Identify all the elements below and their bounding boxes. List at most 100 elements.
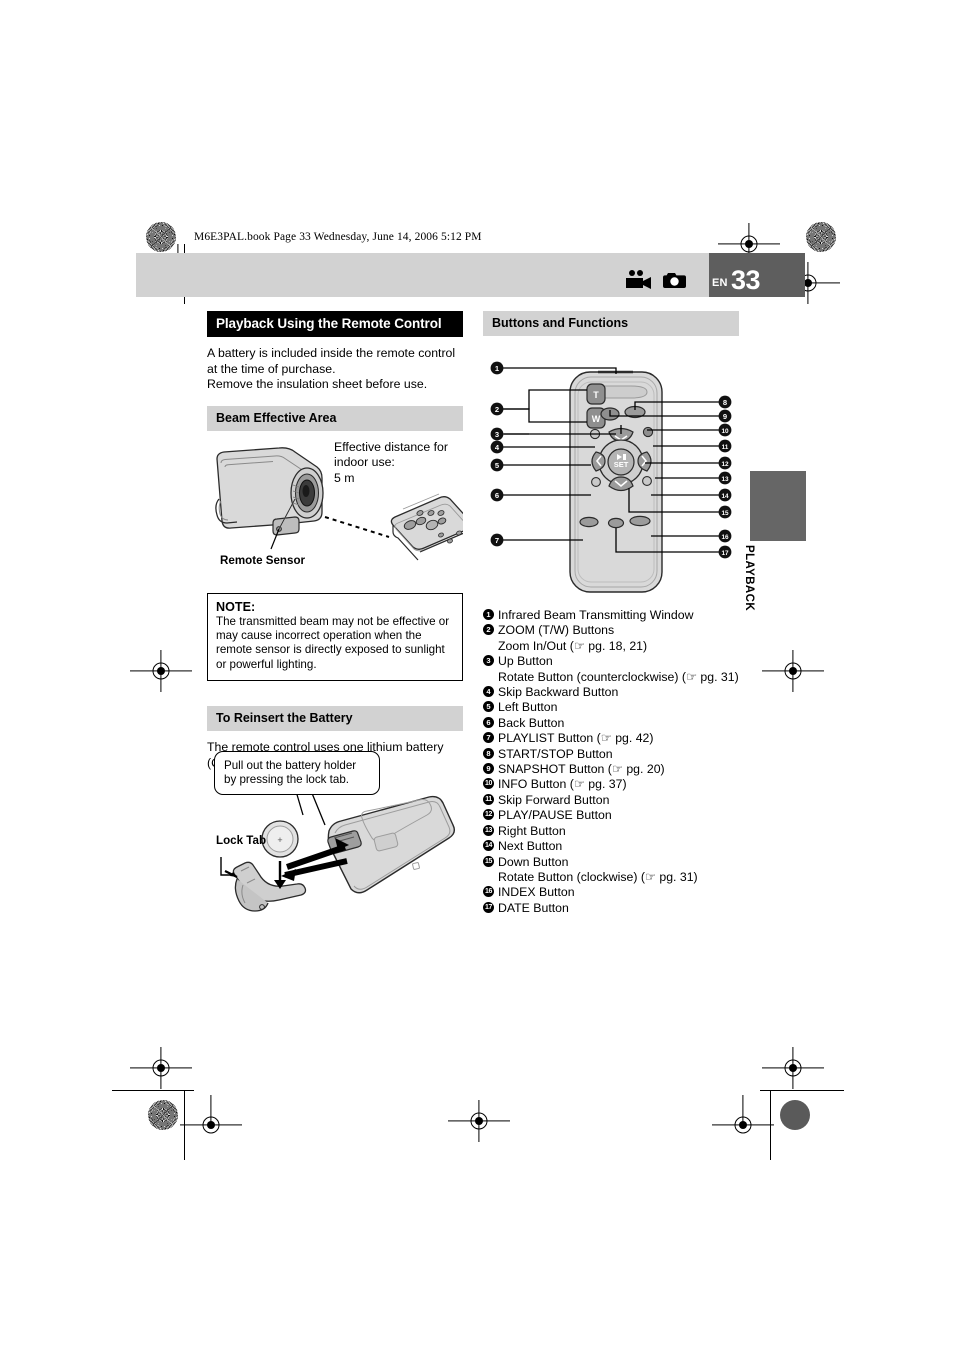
function-item: 1 Infrared Beam Transmitting Window xyxy=(483,608,739,623)
function-label: ZOOM (T/W) Buttons xyxy=(498,623,615,638)
density-dot-bottom-left xyxy=(148,1100,178,1130)
function-label: Up Button xyxy=(498,654,553,669)
function-item: 6 Back Button xyxy=(483,716,739,731)
callout-bullet-2: 2 xyxy=(490,402,504,416)
battery-callout: Pull out the battery holder by pressing … xyxy=(214,751,380,796)
note-title: NOTE: xyxy=(216,599,256,614)
function-label: START/STOP Button xyxy=(498,746,613,761)
function-item: 14 Next Button xyxy=(483,839,739,854)
callout-bullet-5: 5 xyxy=(490,458,504,472)
svg-text:12: 12 xyxy=(721,461,729,468)
function-label: Right Button xyxy=(498,823,566,838)
book-filename-line: M6E3PAL.book Page 33 Wednesday, June 14,… xyxy=(194,231,482,243)
svg-text:11: 11 xyxy=(722,444,729,451)
function-label: Infrared Beam Transmitting Window xyxy=(498,608,694,622)
remote-diagram-figure: T W SET 1 2 3 4 5 6 7 8 9 10 11 12 13 14… xyxy=(483,350,739,598)
function-label: INDEX Button xyxy=(498,885,575,900)
callout-bullet-9: 9 xyxy=(718,409,732,423)
zoom-t-label: T xyxy=(593,390,599,400)
callout-line-2: by pressing the lock tab. xyxy=(224,773,350,787)
function-item: 16 INDEX Button xyxy=(483,885,739,900)
function-number: 9 xyxy=(483,763,494,775)
svg-text:10: 10 xyxy=(721,428,729,435)
beam-dashed-line xyxy=(324,515,390,538)
callout-bullet-3: 3 xyxy=(490,427,504,441)
remote-perspective xyxy=(390,493,473,561)
function-number: 3 xyxy=(483,655,494,667)
callout-bullet-14: 14 xyxy=(718,488,732,502)
function-item: 11 Skip Forward Button xyxy=(483,793,739,808)
intro-paragraph: A battery is included inside the remote … xyxy=(207,346,463,393)
function-number: 7 xyxy=(483,732,494,744)
function-number: 1 xyxy=(483,609,494,620)
svg-text:3: 3 xyxy=(495,430,499,439)
right-column: Buttons and Functions T W SET 1 2 3 4 5 … xyxy=(483,311,739,916)
function-item: 4 Skip Backward Button xyxy=(483,685,739,700)
intro-line-2: at the time of purchase. xyxy=(207,361,336,376)
reg-mark-left-upper xyxy=(130,650,192,692)
function-number: 10 xyxy=(483,778,494,790)
callout-bullet-13: 13 xyxy=(718,471,732,485)
function-number: 13 xyxy=(483,824,494,836)
crop-rule-bottom-left-vert xyxy=(184,1090,186,1160)
function-label: Skip Forward Button xyxy=(498,792,610,807)
lock-tab-label: Lock Tab xyxy=(216,834,267,848)
function-item: 8 START/STOP Button xyxy=(483,747,739,762)
function-number: 4 xyxy=(483,686,494,698)
function-label: PLAYLIST Button (☞ pg. 42) xyxy=(498,731,654,746)
effective-distance-text: Effective distance for indoor use: 5 m xyxy=(334,440,448,487)
page-title: Playback Using the Remote Control xyxy=(207,311,463,337)
reg-mark-bottom-right xyxy=(762,1047,824,1089)
function-number: 17 xyxy=(483,901,494,913)
function-label: PLAY/PAUSE Button xyxy=(498,808,612,823)
effective-line-1: Effective distance for xyxy=(334,439,448,454)
function-label: Skip Backward Button xyxy=(498,685,619,700)
camera-icon xyxy=(662,270,687,295)
intro-line-3: Remove the insulation sheet before use. xyxy=(207,377,428,392)
function-number: 5 xyxy=(483,701,494,713)
function-number: 16 xyxy=(483,886,494,898)
intro-line-1: A battery is included inside the remote … xyxy=(207,346,456,360)
density-dot-bottom-right xyxy=(780,1100,810,1130)
function-item: 15 Down Button Rotate Button (clockwise) (… xyxy=(483,855,739,886)
callout-line-1: Pull out the battery holder xyxy=(224,759,357,773)
reg-mark-bottom-center xyxy=(448,1100,510,1142)
function-item: 17 DATE Button xyxy=(483,901,739,916)
note-box: NOTE: The transmitted beam may not be ef… xyxy=(207,592,463,681)
reg-mark-right-upper xyxy=(762,650,824,692)
back-key xyxy=(591,477,601,487)
callout-bullet-7: 7 xyxy=(490,533,504,547)
battery-insert-illustration: + xyxy=(220,780,456,912)
function-sublabel: Zoom In/Out (☞ pg. 18, 21) xyxy=(498,638,648,653)
battery-figure: + Pull out the battery holder by pressin… xyxy=(207,751,463,969)
function-item: 7 PLAYLIST Button (☞ pg. 42) xyxy=(483,731,739,746)
callout-bullet-8: 8 xyxy=(718,395,732,409)
battery-holder xyxy=(224,861,307,912)
function-item: 12 PLAY/PAUSE Button xyxy=(483,808,739,823)
function-item: 13 Right Button xyxy=(483,824,739,839)
header-band xyxy=(136,253,709,297)
function-sublabel: Rotate Button (counterclockwise) (☞ pg. … xyxy=(498,669,739,684)
svg-text:14: 14 xyxy=(721,493,729,500)
function-label: Left Button xyxy=(498,700,558,715)
effective-line-2: indoor use: xyxy=(334,455,395,470)
function-label: Next Button xyxy=(498,839,563,854)
function-item: 5 Left Button xyxy=(483,700,739,715)
left-column: Playback Using the Remote Control A batt… xyxy=(207,311,473,969)
svg-text:+: + xyxy=(277,835,282,845)
section-heading-battery: To Reinsert the Battery xyxy=(207,705,463,731)
camcorder-icon xyxy=(625,270,653,295)
function-label: DATE Button xyxy=(498,900,569,915)
function-item: 2 ZOOM (T/W) Buttons Zoom In/Out (☞ pg. 18… xyxy=(483,623,739,654)
function-number: 2 xyxy=(483,624,494,636)
callout-bullet-15: 15 xyxy=(718,505,732,519)
page-number: 33 xyxy=(731,265,761,295)
callout-bullet-16: 16 xyxy=(718,529,732,543)
note-body: The transmitted beam may not be effectiv… xyxy=(216,614,450,671)
svg-text:15: 15 xyxy=(721,510,729,517)
set-label: SET xyxy=(614,460,629,469)
reg-mark-bottom-right-2 xyxy=(712,1095,774,1155)
callout-bullet-4: 4 xyxy=(490,440,504,454)
function-label: Back Button xyxy=(498,715,565,730)
header-mode-icons xyxy=(625,270,687,295)
